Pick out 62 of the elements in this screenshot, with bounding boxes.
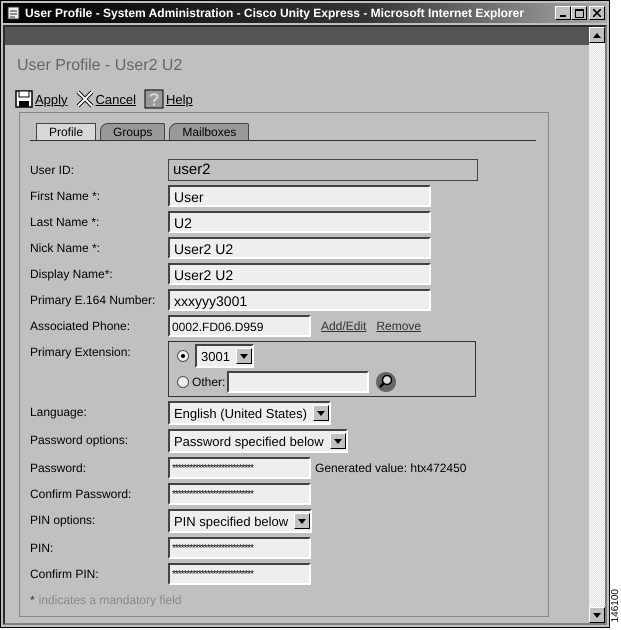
page-heading: User Profile - User2 U2 <box>17 57 184 75</box>
password-field[interactable]: **************************** <box>168 457 311 479</box>
option-label: Other: <box>192 375 226 389</box>
minimize-button[interactable] <box>555 6 571 20</box>
field-label: PIN: <box>30 540 54 555</box>
maximize-button[interactable] <box>571 6 587 20</box>
radio-button[interactable] <box>177 350 189 362</box>
apply-link[interactable]: Apply <box>15 89 68 109</box>
dropdown[interactable]: Password specified below <box>168 429 348 453</box>
field-label: Primary Extension: <box>30 344 132 359</box>
cancel-icon <box>76 90 94 108</box>
extension-dropdown[interactable]: 3001 <box>195 344 254 368</box>
field-label: Last Name *: <box>30 214 100 229</box>
field-label: Confirm PIN: <box>30 566 100 581</box>
field-label: Display Name*: <box>30 266 114 281</box>
field-label: Language: <box>30 404 88 419</box>
field-label: First Name *: <box>30 188 102 203</box>
close-button[interactable] <box>589 6 605 20</box>
down-arrow-icon <box>593 612 601 618</box>
search-icon[interactable] <box>375 371 398 393</box>
help-icon <box>144 89 164 109</box>
tab[interactable]: Profile <box>36 123 96 140</box>
link[interactable]: Add/Edit <box>321 319 366 333</box>
radio-button[interactable] <box>177 376 189 388</box>
text-field[interactable]: User2 U2 <box>168 237 431 259</box>
field-label: Associated Phone: <box>30 318 132 333</box>
up-arrow-icon <box>593 32 601 38</box>
maximize-icon <box>574 8 584 18</box>
link[interactable]: Remove <box>376 319 422 333</box>
scroll-up-button[interactable] <box>589 27 605 43</box>
help-link[interactable]: Help <box>144 89 193 109</box>
field-label: User ID: <box>30 162 76 177</box>
dropdown[interactable]: PIN specified below <box>168 509 312 533</box>
tab[interactable]: Groups <box>100 123 166 140</box>
text-field[interactable]: User <box>168 185 431 207</box>
text-field[interactable]: U2 <box>168 211 431 233</box>
password-field[interactable]: **************************** <box>168 563 311 585</box>
tab[interactable]: Mailboxes <box>169 123 250 140</box>
other-field[interactable] <box>227 371 370 393</box>
asterisk-mark: * <box>30 593 35 607</box>
scroll-down-button[interactable] <box>589 607 605 623</box>
field-label: Password: <box>30 460 88 475</box>
field-label: Confirm Password: <box>30 486 132 501</box>
password-field[interactable]: **************************** <box>168 537 311 559</box>
generated-value-text: Generated value: htx472450 <box>315 461 466 475</box>
figure-number: 146100 <box>610 588 621 622</box>
field-label: Password options: <box>30 432 130 447</box>
field-label: Nick Name *: <box>30 240 102 255</box>
text-field[interactable]: xxxyyy3001 <box>168 289 431 311</box>
field-label: Primary E.164 Number: <box>30 292 156 307</box>
text-field[interactable]: User2 U2 <box>168 263 431 285</box>
close-icon <box>593 9 601 17</box>
footnote-text: indicates a mandatory field <box>38 593 182 607</box>
cancel-link[interactable]: Cancel <box>76 89 136 109</box>
scrollbar[interactable] <box>589 27 605 623</box>
window-title: User Profile - System Administration - Cisco Unity Express - Microsoft Internet Explorer <box>25 6 526 20</box>
user-id-field: user2 <box>168 159 478 181</box>
dropdown[interactable]: English (United States) <box>168 401 331 425</box>
field-label: PIN options: <box>30 512 96 527</box>
page-icon <box>7 6 21 20</box>
phone-field[interactable]: 0002.FD06.D959 <box>168 315 311 337</box>
password-field[interactable]: **************************** <box>168 483 311 505</box>
